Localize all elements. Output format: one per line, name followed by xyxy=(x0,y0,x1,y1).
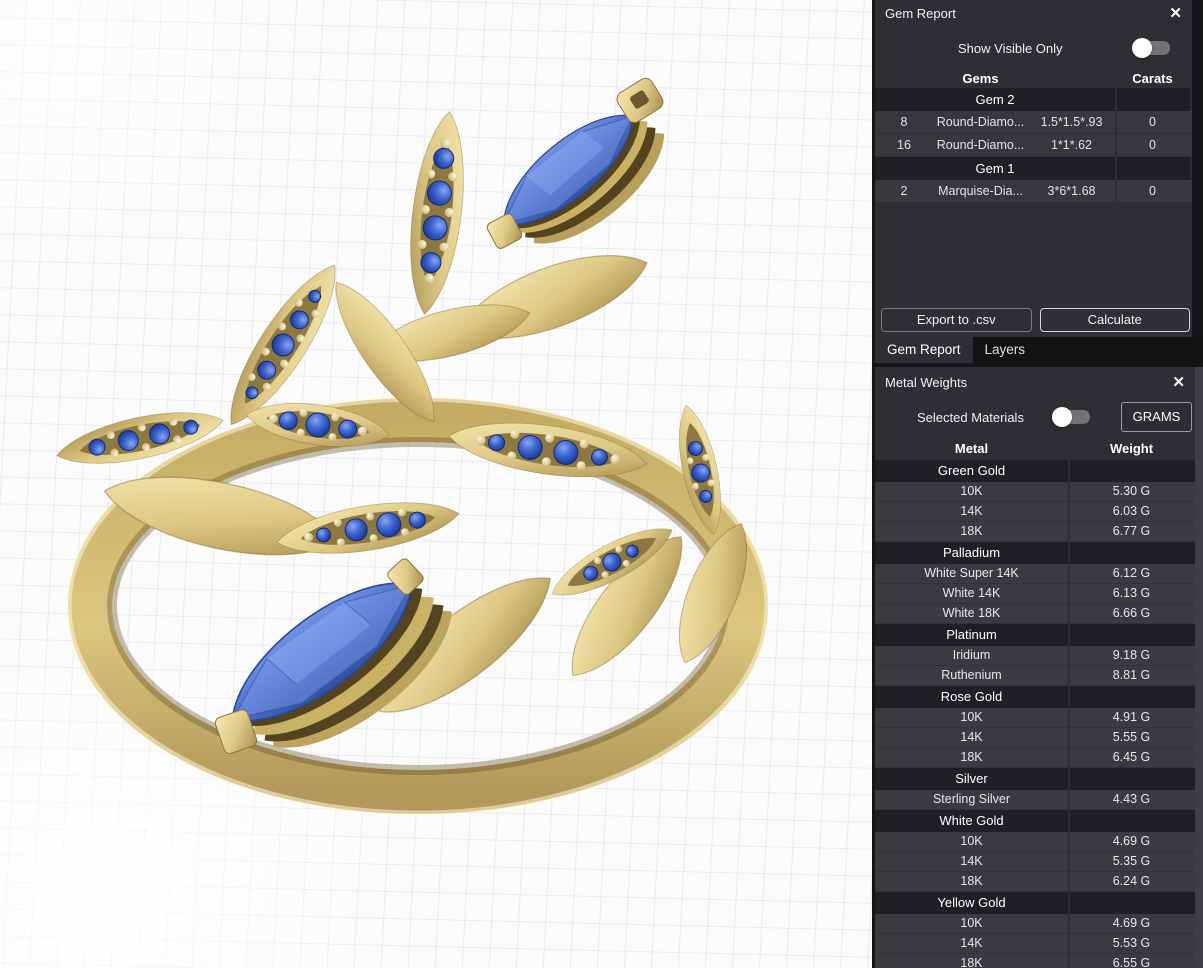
metal-row: 18K 6.45 G xyxy=(875,748,1195,768)
show-visible-only-label: Show Visible Only xyxy=(958,40,1063,56)
column-divider xyxy=(1068,460,1070,968)
grams-button[interactable]: GRAMS xyxy=(1121,402,1192,432)
gem-row[interactable]: 8 Round-Diamo... 1.5*1.5*.93 0 xyxy=(875,111,1192,134)
metal-group-header: Rose Gold xyxy=(875,686,1195,708)
gem-report-panel: Gem Report ✕ Show Visible Only Gems Cara… xyxy=(875,0,1192,337)
column-divider xyxy=(1115,88,1117,203)
calculate-button[interactable]: Calculate xyxy=(1039,308,1190,332)
metal-weights-panel: Metal Weights ✕ Selected Materials GRAMS… xyxy=(875,367,1195,968)
scrollbar-track[interactable] xyxy=(1195,367,1203,968)
gem-report-buttons: Export to .csv Calculate xyxy=(875,308,1192,332)
metal-row: White Super 14K 6.12 G xyxy=(875,564,1195,584)
metal-row: 18K 6.24 G xyxy=(875,872,1195,892)
export-csv-button[interactable]: Export to .csv xyxy=(881,308,1032,332)
gem-row[interactable]: 2 Marquise-Dia... 3*6*1.68 0 xyxy=(875,180,1192,203)
toggle-knob xyxy=(1051,407,1072,427)
selected-materials-toggle[interactable] xyxy=(1051,407,1090,427)
metal-row: 14K 5.55 G xyxy=(875,728,1195,748)
metal-row: White 14K 6.13 G xyxy=(875,584,1195,604)
metal-group-header: Silver xyxy=(875,768,1195,790)
metal-column-header: Metal xyxy=(954,441,989,456)
metal-weights-title: Metal Weights xyxy=(885,374,968,390)
metal-row: 14K 5.53 G xyxy=(875,934,1195,954)
metal-table-header: Metal Weight xyxy=(875,437,1195,460)
metal-group-header: Yellow Gold xyxy=(875,892,1195,914)
side-panel-area: Gem Report ✕ Show Visible Only Gems Cara… xyxy=(872,0,1203,968)
metal-row: 14K 6.03 G xyxy=(875,502,1195,522)
gem-report-titlebar: Gem Report ✕ xyxy=(875,0,1192,27)
ring-model xyxy=(52,77,770,816)
metal-weights-titlebar: Metal Weights ✕ xyxy=(875,367,1195,397)
gem-table-header: Gems Carats xyxy=(875,69,1192,88)
weight-column-header: Weight xyxy=(1109,441,1154,456)
panel-tabs: Gem Report Layers xyxy=(875,337,1203,363)
metal-group-header: Green Gold xyxy=(875,460,1195,482)
metal-row: 10K 4.69 G xyxy=(875,832,1195,852)
metal-group-header: Palladium xyxy=(875,542,1195,564)
metal-table: Green Gold 10K 5.30 G 14K 6.03 G 18K 6.77 G… xyxy=(875,460,1195,968)
metal-row: White 18K 6.66 G xyxy=(875,604,1195,624)
jewelry-cad-app: Gem Report ✕ Show Visible Only Gems Cara… xyxy=(0,0,1203,968)
close-icon[interactable]: ✕ xyxy=(1172,375,1185,390)
close-icon[interactable]: ✕ xyxy=(1169,6,1182,21)
tab-layers[interactable]: Layers xyxy=(973,337,1038,363)
metal-row: 10K 4.91 G xyxy=(875,708,1195,728)
metal-group-header: Platinum xyxy=(875,624,1195,646)
gem-report-title: Gem Report xyxy=(885,6,956,21)
gem-group-header: Gem 2 xyxy=(875,88,1192,111)
metal-row: 18K 6.77 G xyxy=(875,522,1195,542)
selected-materials-label: Selected Materials xyxy=(917,409,1024,425)
selected-materials-row: Selected Materials GRAMS xyxy=(875,397,1195,437)
metal-row: Ruthenium 8.81 G xyxy=(875,666,1195,686)
metal-row: Iridium 9.18 G xyxy=(875,646,1195,666)
metal-row: 10K 4.69 G xyxy=(875,914,1195,934)
gem-table: Gem 2 8 Round-Diamo... 1.5*1.5*.93 0 16 … xyxy=(875,88,1192,203)
viewport-3d[interactable] xyxy=(0,0,872,968)
carats-column-header: Carats xyxy=(1132,71,1173,86)
show-visible-only-toggle[interactable] xyxy=(1132,38,1170,58)
toggle-knob xyxy=(1132,38,1152,58)
show-visible-only-row: Show Visible Only xyxy=(875,27,1192,69)
tab-gem-report[interactable]: Gem Report xyxy=(875,337,973,363)
metal-group-header: White Gold xyxy=(875,810,1195,832)
metal-row: Sterling Silver 4.43 G xyxy=(875,790,1195,810)
metal-row: 14K 5.35 G xyxy=(875,852,1195,872)
gems-column-header: Gems xyxy=(962,71,999,86)
gem-row[interactable]: 16 Round-Diamo... 1*1*.62 0 xyxy=(875,134,1192,157)
metal-row: 18K 6.55 G xyxy=(875,954,1195,968)
metal-row: 10K 5.30 G xyxy=(875,482,1195,502)
gem-group-header: Gem 1 xyxy=(875,157,1192,180)
